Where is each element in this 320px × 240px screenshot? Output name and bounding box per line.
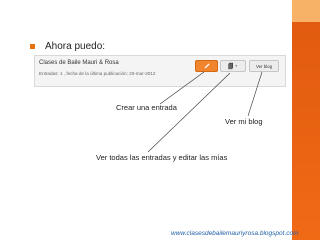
- callout-view-blog: Ver mi blog: [225, 117, 263, 126]
- arrow-view: [247, 71, 263, 117]
- callout-view-edit-posts: Ver todas las entradas y editar las mías: [96, 153, 228, 162]
- annotation-arrows: [147, 71, 263, 153]
- footer-url[interactable]: www.clasesdebailemauriyrosa.blogspot.com: [171, 230, 299, 237]
- arrow-create: [159, 71, 205, 105]
- callout-create-post: Crear una entrada: [116, 103, 177, 112]
- arrow-posts: [147, 72, 231, 153]
- slide: Ahora puedo: Clases de Baile Mauri & Ros…: [0, 0, 320, 240]
